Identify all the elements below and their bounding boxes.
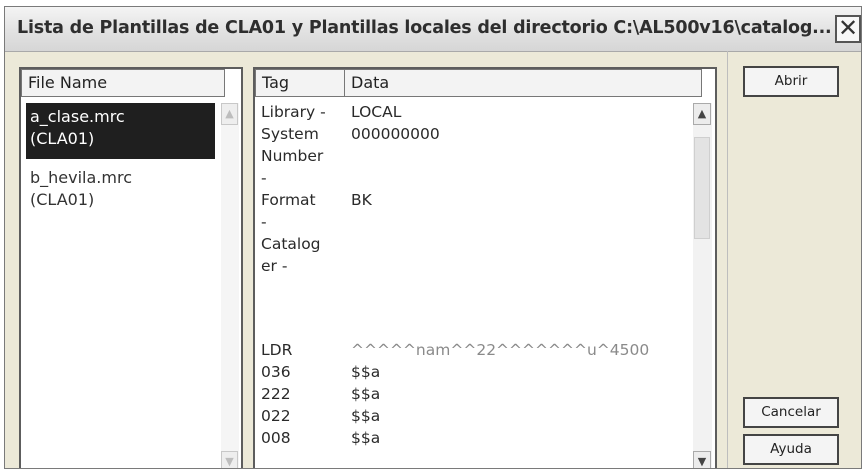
- data-cell: $$a: [351, 363, 381, 381]
- column-header-tag[interactable]: Tag: [255, 69, 345, 97]
- scrollbar-thumb[interactable]: [694, 137, 710, 239]
- chevron-up-icon: ▲: [225, 107, 234, 120]
- chevron-down-icon: ▼: [225, 455, 234, 468]
- window-title: Lista de Plantillas de CLA01 y Plantilla…: [17, 18, 832, 38]
- data-cell: $$a: [351, 407, 381, 425]
- record-scrollbar[interactable]: ▲ ▼: [693, 103, 712, 468]
- template-list-dialog: Lista de Plantillas de CLA01 y Plantilla…: [4, 6, 862, 469]
- help-button[interactable]: Ayuda: [743, 434, 839, 465]
- column-header-data[interactable]: Data: [344, 69, 702, 97]
- file-library: (CLA01): [30, 129, 95, 148]
- tag-cell: 222: [261, 385, 291, 403]
- title-bar[interactable]: Lista de Plantillas de CLA01 y Plantilla…: [5, 7, 861, 52]
- file-name: b_hevila.mrc: [30, 168, 132, 187]
- scroll-down-button[interactable]: ▼: [221, 451, 238, 468]
- data-cell: LOCAL: [351, 103, 402, 121]
- file-library: (CLA01): [30, 190, 95, 209]
- open-button[interactable]: Abrir: [743, 66, 839, 97]
- data-cell: $$a: [351, 429, 381, 447]
- data-cell: ^^^^^nam^^22^^^^^^^u^4500: [351, 341, 650, 359]
- file-list-item[interactable]: b_hevila.mrc (CLA01): [30, 167, 210, 211]
- button-column-divider: [727, 51, 728, 468]
- scroll-up-button[interactable]: ▲: [693, 103, 711, 125]
- data-cell: 000000000: [351, 125, 440, 143]
- tag-cell: 036: [261, 363, 291, 381]
- tag-cell: Library -: [261, 103, 326, 121]
- tag-cell: LDR: [261, 341, 293, 359]
- column-header-file-name[interactable]: File Name: [21, 69, 225, 97]
- close-button[interactable]: ✕: [835, 15, 861, 43]
- scroll-up-button[interactable]: ▲: [221, 103, 238, 125]
- chevron-down-icon: ▼: [697, 455, 707, 468]
- file-list-scrollbar[interactable]: ▲ ▼: [221, 103, 239, 468]
- file-list[interactable]: File Name a_clase.mrc (CLA01) b_hevila.m…: [19, 67, 243, 468]
- tag-cell: Catalog er -: [261, 235, 321, 275]
- scroll-down-button[interactable]: ▼: [693, 451, 711, 468]
- file-name: a_clase.mrc: [30, 107, 125, 126]
- tag-cell: System Number -: [261, 125, 324, 187]
- tag-cell: 022: [261, 407, 291, 425]
- record-fields-table[interactable]: Tag Data Library - LOCAL System Number - 0…: [253, 67, 717, 468]
- tag-cell: Format -: [261, 191, 316, 231]
- data-cell: BK: [351, 191, 372, 209]
- file-list-item-selected[interactable]: a_clase.mrc (CLA01): [26, 103, 215, 159]
- tag-cell: 008: [261, 429, 291, 447]
- data-cell: $$a: [351, 385, 381, 403]
- cancel-button[interactable]: Cancelar: [743, 397, 839, 428]
- chevron-up-icon: ▲: [697, 107, 707, 120]
